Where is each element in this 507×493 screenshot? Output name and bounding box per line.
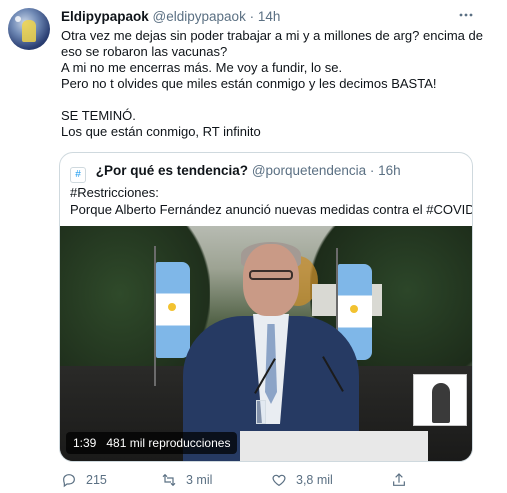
tweet-header: Eldipypapaok @eldipypapaok · 14h — [61, 8, 280, 25]
retweet-count: 3 mil — [186, 473, 213, 487]
action-bar: 215 3 mil 3,8 mil — [61, 469, 491, 491]
video-player[interactable]: 1:39 481 mil reproducciones — [60, 226, 472, 461]
more-icon[interactable] — [459, 8, 473, 22]
quoted-text: #Restricciones: Porque Alberto Fernández… — [70, 184, 473, 218]
quoted-header: # ¿Por qué es tendencia? @porquetendenci… — [70, 162, 401, 183]
author-handle[interactable]: @eldipypapaok — [153, 9, 246, 24]
tweet[interactable]: Eldipypapaok @eldipypapaok · 14h Otra ve… — [0, 0, 507, 493]
quoted-time[interactable]: 16h — [378, 163, 401, 178]
water-glass — [256, 400, 266, 424]
quoted-line: Porque Alberto Fernández anunció nuevas … — [70, 202, 473, 217]
tweet-line: Pero no t olvides que miles están conmig… — [61, 76, 437, 91]
hashtag-icon: # — [70, 167, 86, 183]
share-icon — [393, 473, 405, 486]
retweet-button[interactable]: 3 mil — [161, 471, 212, 489]
tweet-text: Otra vez me dejas sin poder trabajar a m… — [61, 28, 483, 140]
speaker-figure — [173, 234, 369, 461]
video-duration: 1:39 — [73, 436, 97, 450]
like-icon — [272, 474, 286, 487]
like-count: 3,8 mil — [296, 473, 333, 487]
quoted-author-name[interactable]: ¿Por qué es tendencia? — [96, 163, 248, 178]
tweet-line: Los que están conmigo, RT infinito — [61, 124, 261, 139]
retweet-icon — [162, 473, 176, 487]
avatar[interactable] — [8, 8, 50, 50]
tweet-line: SE TEMINÓ. — [61, 108, 136, 123]
share-button[interactable] — [391, 471, 416, 489]
quoted-line: #Restricciones: — [70, 185, 159, 200]
tweet-time[interactable]: 14h — [258, 9, 281, 24]
author-name[interactable]: Eldipypapaok — [61, 9, 149, 24]
tweet-line: eso se robaron las vacunas? — [61, 44, 228, 59]
tweet-line: A mi no me encerras más. Me voy a fundir… — [61, 60, 343, 75]
sign-language-inset — [413, 374, 467, 426]
quoted-tweet[interactable]: # ¿Por qué es tendencia? @porquetendenci… — [59, 152, 473, 462]
separator-dot: · — [369, 163, 375, 178]
separator-dot: · — [249, 9, 255, 24]
video-views: 481 mil reproducciones — [106, 436, 231, 450]
tweet-line: Otra vez me dejas sin poder trabajar a m… — [61, 28, 483, 43]
reply-button[interactable]: 215 — [61, 471, 107, 489]
reply-count: 215 — [86, 473, 107, 487]
like-button[interactable]: 3,8 mil — [271, 471, 333, 489]
reply-icon — [63, 474, 75, 488]
video-info-badge: 1:39 481 mil reproducciones — [66, 432, 238, 454]
quoted-author-handle[interactable]: @porquetendencia — [252, 163, 366, 178]
podium — [240, 431, 428, 461]
